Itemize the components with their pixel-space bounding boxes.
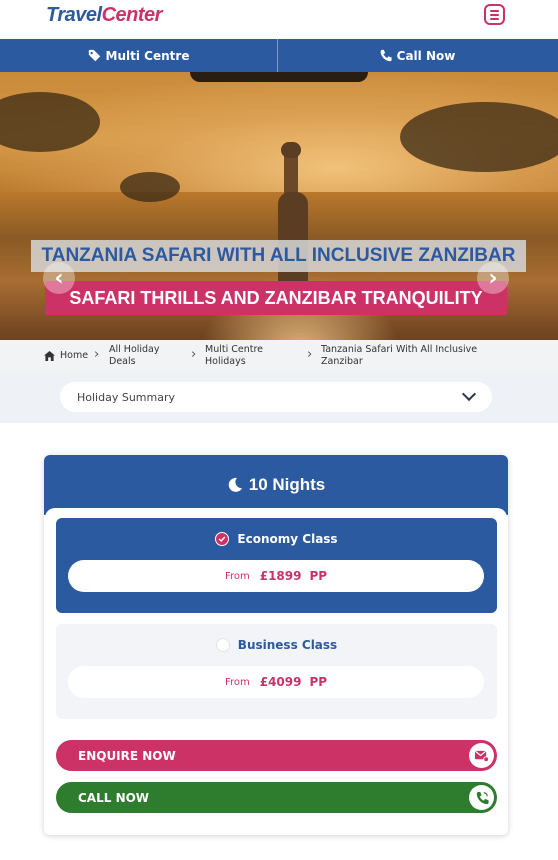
radio-unchecked-icon[interactable] — [215, 638, 230, 652]
tag-icon — [88, 49, 100, 62]
breadcrumb-item-label: All Holiday Deals — [109, 343, 160, 367]
enquire-now-label: ENQUIRE NOW — [78, 748, 176, 763]
breadcrumb-home-label: Home — [60, 349, 89, 361]
action-bar: Multi Centre Call Now — [0, 39, 558, 72]
package-card: 10 Nights Economy Class From £1899 PP Bu… — [44, 455, 508, 835]
chevron-down-icon — [461, 386, 477, 402]
business-class-option[interactable]: Business Class From £4099 PP — [56, 624, 497, 719]
top-bar: TravelCenter — [0, 0, 558, 39]
hero-subtitle: SAFARI THRILLS AND ZANZIBAR TRANQUILITY — [45, 281, 507, 315]
phone-icon — [380, 49, 392, 62]
call-now-button[interactable]: CALL NOW — [56, 782, 497, 813]
chevron-right-icon: › — [307, 347, 313, 362]
business-class-label-row: Business Class — [56, 638, 497, 652]
enquire-now-button[interactable]: ENQUIRE NOW — [56, 740, 497, 771]
business-price-pill: From £4099 PP — [68, 666, 484, 698]
carousel-next-button[interactable]: › — [477, 262, 509, 294]
moon-icon — [228, 477, 242, 492]
multi-centre-button[interactable]: Multi Centre — [0, 39, 278, 72]
hero-image-tree — [400, 102, 558, 172]
radio-checked-icon[interactable] — [215, 532, 230, 546]
travel-center-logo[interactable]: TravelCenter — [46, 4, 162, 27]
breadcrumb-current-page: Tanzania Safari With All Inclusive Zanzi… — [321, 343, 491, 368]
breadcrumb-item-label: Multi Centre Holidays — [205, 343, 264, 367]
holiday-summary-dropdown[interactable]: Holiday Summary — [60, 382, 492, 412]
holiday-summary-label: Holiday Summary — [77, 390, 176, 404]
price-from-label: From — [224, 676, 250, 688]
price-unit: PP — [309, 675, 328, 689]
economy-class-option[interactable]: Economy Class From £1899 PP — [56, 518, 497, 613]
nights-label: 10 Nights — [248, 475, 326, 494]
carousel-prev-button[interactable]: ‹ — [43, 262, 75, 294]
chevron-left-icon: ‹ — [54, 265, 64, 291]
envelope-icon — [469, 743, 494, 768]
package-options: Economy Class From £1899 PP Business Cla… — [45, 508, 507, 834]
hero-image-tree — [120, 172, 180, 202]
multi-centre-label: Multi Centre — [105, 48, 190, 63]
phone-ring-icon — [469, 785, 494, 810]
hamburger-menu-icon[interactable] — [484, 4, 505, 25]
business-class-name: Business Class — [237, 638, 338, 652]
breadcrumb-home[interactable]: Home — [44, 343, 88, 368]
chevron-right-icon: › — [94, 347, 100, 362]
breadcrumb-multi-centre-holidays[interactable]: Multi Centre Holidays — [205, 343, 283, 368]
hero-title: TANZANIA SAFARI WITH ALL INCLUSIVE ZANZI… — [31, 240, 526, 272]
nights-header: 10 Nights — [44, 455, 508, 515]
breadcrumb-item-label: Tanzania Safari With All Inclusive Zanzi… — [321, 343, 478, 367]
chevron-right-icon: › — [488, 265, 498, 291]
call-now-label: Call Now — [396, 48, 456, 63]
economy-class-name: Economy Class — [237, 532, 338, 546]
breadcrumb: Home › All Holiday Deals › Multi Centre … — [0, 340, 558, 371]
hero-carousel: TANZANIA SAFARI WITH ALL INCLUSIVE ZANZI… — [0, 72, 558, 340]
price-from-label: From — [224, 570, 250, 582]
hero-image-mirror — [190, 72, 368, 82]
breadcrumb-all-holiday-deals[interactable]: All Holiday Deals — [109, 343, 179, 368]
economy-class-label-row: Economy Class — [56, 532, 497, 546]
chevron-right-icon: › — [191, 347, 197, 362]
summary-section: Holiday Summary — [0, 371, 558, 423]
economy-price: £1899 — [259, 569, 302, 583]
economy-price-pill: From £1899 PP — [68, 560, 484, 592]
business-price: £4099 — [259, 675, 302, 689]
call-now-top-button[interactable]: Call Now — [278, 39, 556, 72]
call-now-button-label: CALL NOW — [78, 790, 150, 805]
logo-text-travel: Travel — [46, 4, 102, 26]
logo-text-center: Center — [101, 4, 163, 26]
hero-image-giraffe-head — [281, 142, 301, 158]
price-unit: PP — [309, 569, 328, 583]
home-icon — [44, 350, 55, 361]
